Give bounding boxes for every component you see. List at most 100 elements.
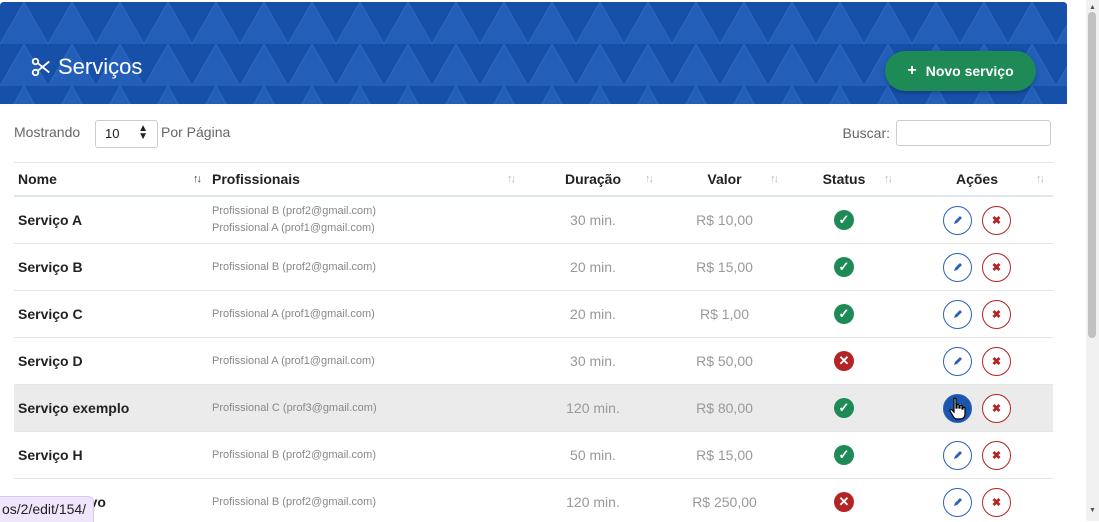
plus-icon: +	[907, 62, 917, 79]
check-circle-icon: ✓	[834, 398, 854, 418]
select-caret-icon: ▲ ▼	[138, 123, 148, 142]
hand-cursor-icon	[949, 397, 966, 420]
duration-cell: 50 min.	[524, 431, 662, 479]
new-service-label: Novo serviço	[925, 63, 1014, 79]
pencil-icon	[953, 357, 962, 365]
actions-cell: ✖	[901, 384, 1053, 432]
x-circle-icon: ✕	[834, 492, 854, 512]
delete-button[interactable]: ✖	[982, 299, 1011, 329]
actions-cell: ✖	[901, 196, 1053, 244]
per-page-select[interactable]: 10 ▲ ▼	[95, 120, 158, 148]
table-row: Serviço C Profissional A (prof1@gmail.co…	[14, 290, 1053, 338]
column-header-name[interactable]: Nome ↑↓	[14, 162, 210, 197]
edit-button[interactable]	[943, 487, 972, 517]
column-header-label: Valor	[707, 171, 742, 187]
new-service-button[interactable]: + Novo serviço	[885, 51, 1036, 91]
professional-entry: Profissional B (prof2@gmail.com)	[212, 448, 376, 461]
delete-button[interactable]: ✖	[982, 205, 1011, 235]
check-circle-icon: ✓	[834, 257, 854, 277]
status-cell: ✓	[787, 384, 901, 432]
edit-button[interactable]	[943, 205, 972, 235]
delete-button[interactable]: ✖	[982, 346, 1011, 376]
value-cell: R$ 250,00	[662, 478, 787, 521]
column-header-professionals[interactable]: Profissionais ↑↓	[210, 162, 524, 197]
pencil-icon	[953, 498, 962, 506]
professionals-cell: Profissional B (prof2@gmail.com) Profissi…	[210, 196, 524, 244]
column-header-label: Nome	[18, 171, 57, 187]
search-label: Buscar:	[842, 125, 890, 141]
scissors-icon	[31, 57, 50, 77]
edit-button[interactable]	[943, 440, 972, 470]
check-circle-icon: ✓	[834, 210, 854, 230]
status-cell: ✓	[787, 431, 901, 479]
column-header-value[interactable]: Valor ↑↓	[662, 162, 787, 197]
table-controls: Mostrando 10 ▲ ▼ Por Página Buscar:	[14, 120, 1053, 150]
table-row: Serviço novo Profissional B (prof2@gmail…	[14, 478, 1053, 521]
professionals-cell: Profissional A (prof1@gmail.com)	[210, 290, 524, 338]
professional-entry: Profissional A (prof1@gmail.com)	[212, 222, 375, 234]
table-header-row: Nome ↑↓ Profissionais ↑↓ Duração ↑↓ Valor ↑↓…	[14, 162, 1053, 197]
professionals-cell: Profissional B (prof2@gmail.com)	[210, 478, 524, 521]
services-card: Serviços + Novo serviço Mostrando 10 ▲ ▼ …	[0, 2, 1067, 521]
scrollbar-thumb[interactable]	[1088, 12, 1096, 338]
search-input[interactable]	[896, 120, 1051, 146]
table-row: Serviço B Profissional B (prof2@gmail.co…	[14, 243, 1053, 291]
actions-cell: ✖	[901, 478, 1053, 521]
professional-entry: Profissional C (prof3@gmail.com)	[212, 401, 377, 414]
duration-cell: 20 min.	[524, 243, 662, 291]
pencil-icon	[953, 263, 962, 271]
status-cell: ✕	[787, 478, 901, 521]
sort-icon: ↑↓	[1036, 173, 1045, 185]
delete-button[interactable]: ✖	[982, 252, 1011, 282]
column-header-label: Status	[822, 171, 866, 187]
sort-icon: ↑↓	[884, 173, 893, 185]
professional-entry: Profissional B (prof2@gmail.com)	[212, 205, 376, 217]
value-cell: R$ 10,00	[662, 196, 787, 244]
service-name: Serviço H	[14, 431, 210, 479]
delete-x-icon: ✖	[991, 308, 1002, 321]
delete-x-icon: ✖	[991, 355, 1002, 368]
delete-button[interactable]: ✖	[982, 393, 1011, 423]
value-cell: R$ 15,00	[662, 431, 787, 479]
service-name: Serviço D	[14, 337, 210, 385]
service-name: Serviço A	[14, 196, 210, 244]
professionals-cell: Profissional B (prof2@gmail.com)	[210, 431, 524, 479]
status-cell: ✓	[787, 243, 901, 291]
showing-label: Mostrando	[14, 124, 81, 140]
value-cell: R$ 80,00	[662, 384, 787, 432]
value-cell: R$ 15,00	[662, 243, 787, 291]
delete-button[interactable]: ✖	[982, 440, 1011, 470]
table-row: Serviço H Profissional B (prof2@gmail.co…	[14, 431, 1053, 479]
column-header-duration[interactable]: Duração ↑↓	[524, 162, 662, 197]
page-title: Serviços	[30, 54, 142, 80]
column-header-actions[interactable]: Ações ↑↓	[901, 162, 1053, 197]
delete-x-icon: ✖	[991, 496, 1002, 509]
column-header-status[interactable]: Status ↑↓	[787, 162, 901, 197]
edit-button[interactable]	[943, 252, 972, 282]
per-page-value: 10	[105, 126, 120, 141]
scroll-up-arrow-icon[interactable]: ▲	[1086, 4, 1099, 11]
actions-cell: ✖	[901, 431, 1053, 479]
delete-x-icon: ✖	[991, 261, 1002, 274]
professional-entry: Profissional B (prof2@gmail.com)	[212, 260, 376, 273]
professional-entry: Profissional B (prof2@gmail.com)	[212, 495, 376, 508]
column-header-label: Ações	[955, 171, 999, 187]
page-title-text: Serviços	[58, 54, 143, 79]
pencil-icon	[953, 310, 962, 318]
actions-cell: ✖	[901, 290, 1053, 338]
sort-icon: ↑↓	[770, 173, 779, 185]
status-cell: ✓	[787, 290, 901, 338]
edit-button[interactable]	[943, 299, 972, 329]
actions-cell: ✖	[901, 337, 1053, 385]
value-cell: R$ 1,00	[662, 290, 787, 338]
professional-entry: Profissional A (prof1@gmail.com)	[212, 354, 375, 367]
scroll-down-arrow-icon[interactable]: ▼	[1086, 507, 1099, 514]
delete-button[interactable]: ✖	[982, 487, 1011, 517]
pencil-icon	[953, 216, 962, 224]
per-page-label: Por Página	[161, 124, 231, 140]
edit-button[interactable]	[943, 346, 972, 376]
check-circle-icon: ✓	[834, 304, 854, 324]
professionals-cell: Profissional B (prof2@gmail.com)	[210, 243, 524, 291]
table-row: Serviço exemplo Profissional C (prof3@gm…	[14, 384, 1053, 432]
professional-entry: Profissional A (prof1@gmail.com)	[212, 307, 375, 320]
